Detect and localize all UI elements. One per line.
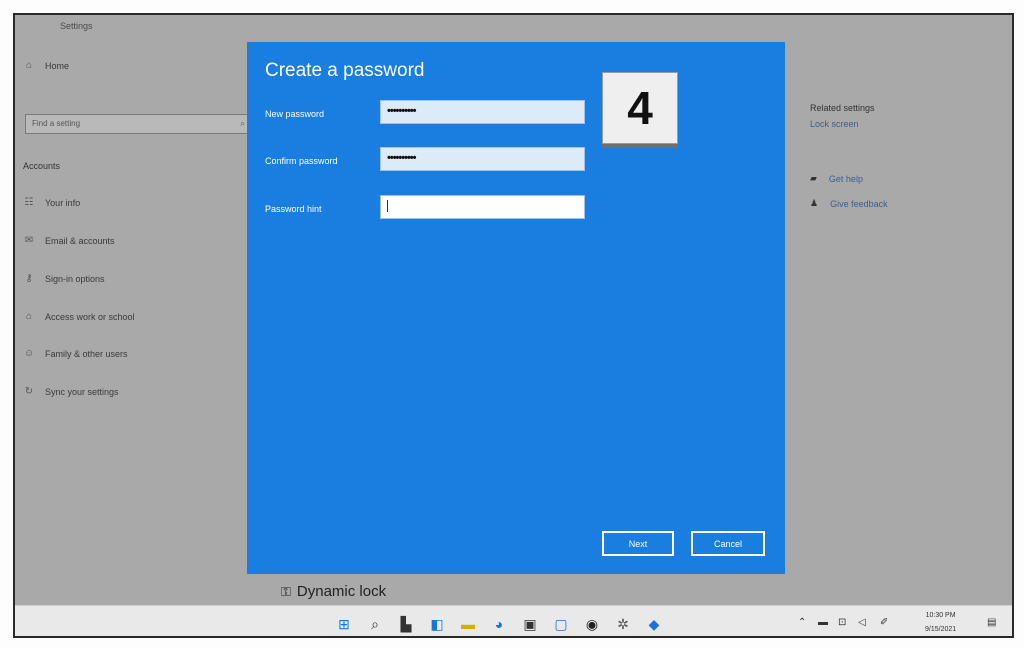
store-icon[interactable]: ▣ — [522, 616, 538, 632]
dialog-title: Create a password — [265, 60, 425, 81]
sidebar-item-label: Access work or school — [45, 311, 135, 322]
confirm-password-field[interactable]: •••••••••• — [380, 147, 585, 171]
sidebar-home-label: Home — [45, 60, 70, 71]
sidebar: ⌂ Home Find a setting ⌕ Accounts ☷ Your … — [15, 35, 265, 605]
taskbar: ⊞ ⌕ ▙ ◧ ▬ ◕ ▣ ▢ ◉ ✲ ◆ ⌃ ▬ ⊡ ◁ ✐ 10:30 PM… — [15, 605, 1012, 636]
screenshot-frame: Settings ⌂ Home Find a setting ⌕ Account… — [13, 13, 1014, 638]
search-placeholder: Find a setting — [32, 119, 81, 128]
sidebar-item-sign-in-options[interactable]: ⚷ Sign-in options — [23, 273, 105, 284]
people-icon: ☺ — [23, 348, 35, 359]
sidebar-item-access-work[interactable]: ⌂ Access work or school — [23, 311, 135, 322]
sidebar-item-family[interactable]: ☺ Family & other users — [23, 348, 128, 359]
battery-icon: ▬ — [818, 617, 828, 628]
dynamic-lock-label: Dynamic lock — [296, 583, 387, 600]
step-badge: 4 — [602, 72, 678, 144]
home-icon: ⌂ — [25, 60, 33, 71]
clock-time: 10:30 PM — [925, 612, 956, 619]
sidebar-item-sync[interactable]: ↻ Sync your settings — [23, 386, 119, 397]
clock[interactable]: 10:30 PM 9/15/2021 — [925, 609, 957, 636]
sidebar-item-home[interactable]: ⌂ Home — [23, 60, 69, 71]
get-help-label: Get help — [828, 173, 863, 184]
search-icon: ⌕ — [239, 118, 245, 128]
sidebar-item-label: Your info — [45, 197, 81, 208]
volume-icon: ◁ — [858, 617, 866, 628]
settings-gear-icon[interactable]: ✲ — [615, 616, 631, 632]
task-view-icon[interactable]: ▙ — [398, 616, 414, 632]
sidebar-section-heading: Accounts — [23, 161, 61, 171]
related-settings: Related settings Lock screen — [810, 103, 1000, 129]
text-caret — [387, 200, 388, 213]
widgets-icon[interactable]: ◧ — [429, 616, 445, 632]
related-settings-title: Related settings — [810, 103, 875, 113]
photos-icon[interactable]: ◆ — [646, 616, 662, 632]
sidebar-item-email-accounts[interactable]: ✉ Email & accounts — [23, 235, 115, 246]
network-icon: ⊡ — [838, 617, 847, 628]
clock-date: 9/15/2021 — [925, 626, 957, 633]
chevron-up-icon[interactable]: ⌃ — [798, 617, 806, 628]
email-icon: ✉ — [24, 235, 34, 246]
cancel-button[interactable]: Cancel — [691, 531, 765, 556]
give-feedback-label: Give feedback — [830, 198, 888, 209]
sidebar-item-label: Family & other users — [45, 348, 128, 359]
help-chat-icon: ▰ — [810, 173, 817, 183]
feedback-icon: ♟ — [810, 198, 819, 208]
start-icon[interactable]: ⊞ — [336, 616, 352, 632]
new-password-label: New password — [265, 109, 325, 119]
lock-screen-link[interactable]: Lock screen — [810, 119, 1000, 129]
get-help-link[interactable]: ▰ Get help — [810, 173, 863, 184]
search-input[interactable]: Find a setting ⌕ — [25, 114, 250, 134]
give-feedback-link[interactable]: ♟ Give feedback — [810, 198, 888, 209]
sidebar-item-your-info[interactable]: ☷ Your info — [23, 197, 81, 208]
password-hint-label: Password hint — [265, 204, 322, 214]
search-icon[interactable]: ⌕ — [367, 616, 383, 632]
sidebar-item-label: Sync your settings — [45, 386, 119, 397]
password-hint-field[interactable] — [380, 195, 585, 219]
pen-icon: ✐ — [880, 617, 889, 628]
window-title: Settings — [60, 21, 93, 31]
window-app-icon[interactable]: ▢ — [553, 616, 569, 632]
notification-icon[interactable]: ▤ — [987, 617, 996, 628]
sidebar-item-label: Email & accounts — [45, 235, 115, 246]
new-password-field[interactable]: •••••••••• — [380, 100, 585, 124]
key-icon: ⚷ — [25, 273, 33, 284]
create-password-dialog: Create a password New password •••••••••… — [247, 42, 785, 574]
edge-icon[interactable]: ◕ — [491, 616, 507, 632]
xbox-icon[interactable]: ◉ — [584, 616, 600, 632]
dynamic-lock-icon: ⚿ — [281, 583, 291, 599]
sync-icon: ↻ — [24, 386, 34, 397]
briefcase-icon: ⌂ — [25, 311, 33, 322]
person-card-icon: ☷ — [24, 197, 34, 208]
file-explorer-icon[interactable]: ▬ — [460, 616, 476, 632]
next-button[interactable]: Next — [602, 531, 674, 556]
confirm-password-label: Confirm password — [265, 156, 338, 166]
sidebar-item-label: Sign-in options — [45, 273, 105, 284]
dynamic-lock-heading: ⚿ Dynamic lock — [281, 583, 386, 600]
